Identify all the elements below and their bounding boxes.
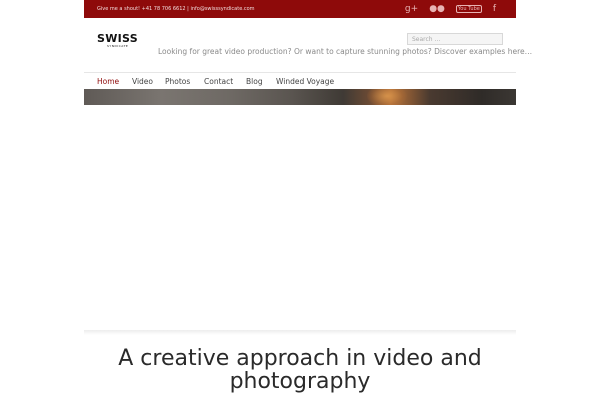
- youtube-icon[interactable]: You Tube: [455, 5, 482, 13]
- nav-item-contact[interactable]: Contact: [204, 77, 233, 86]
- facebook-icon[interactable]: f: [493, 3, 496, 15]
- nav-item-video[interactable]: Video: [132, 77, 153, 86]
- nav-item-photos[interactable]: Photos: [165, 77, 190, 86]
- search-input[interactable]: [407, 33, 503, 45]
- site-logo[interactable]: SWISS SYNDICATE: [97, 33, 138, 48]
- hero-image-highlight: [367, 89, 407, 105]
- flickr-icon[interactable]: ●●: [429, 3, 445, 15]
- logo-name: SWISS: [97, 32, 138, 45]
- social-icons: g+ ●● You Tube f: [394, 3, 496, 15]
- hero-image: [84, 89, 516, 105]
- top-bar: Give me a shout! +41 78 706 6612 | info@…: [84, 0, 516, 18]
- contact-info: Give me a shout! +41 78 706 6612 | info@…: [97, 6, 255, 12]
- content-divider: [84, 330, 516, 335]
- nav-item-blog[interactable]: Blog: [246, 77, 263, 86]
- page-headline: A creative approach in video and photogr…: [118, 346, 482, 394]
- nav-item-home[interactable]: Home: [97, 77, 119, 86]
- site-tagline: Looking for great video production? Or w…: [158, 47, 533, 56]
- google-plus-icon[interactable]: g+: [405, 3, 418, 15]
- main-nav: Home Video Photos Contact Blog Winded Vo…: [84, 72, 516, 89]
- nav-item-winded-voyage[interactable]: Winded Voyage: [276, 77, 334, 86]
